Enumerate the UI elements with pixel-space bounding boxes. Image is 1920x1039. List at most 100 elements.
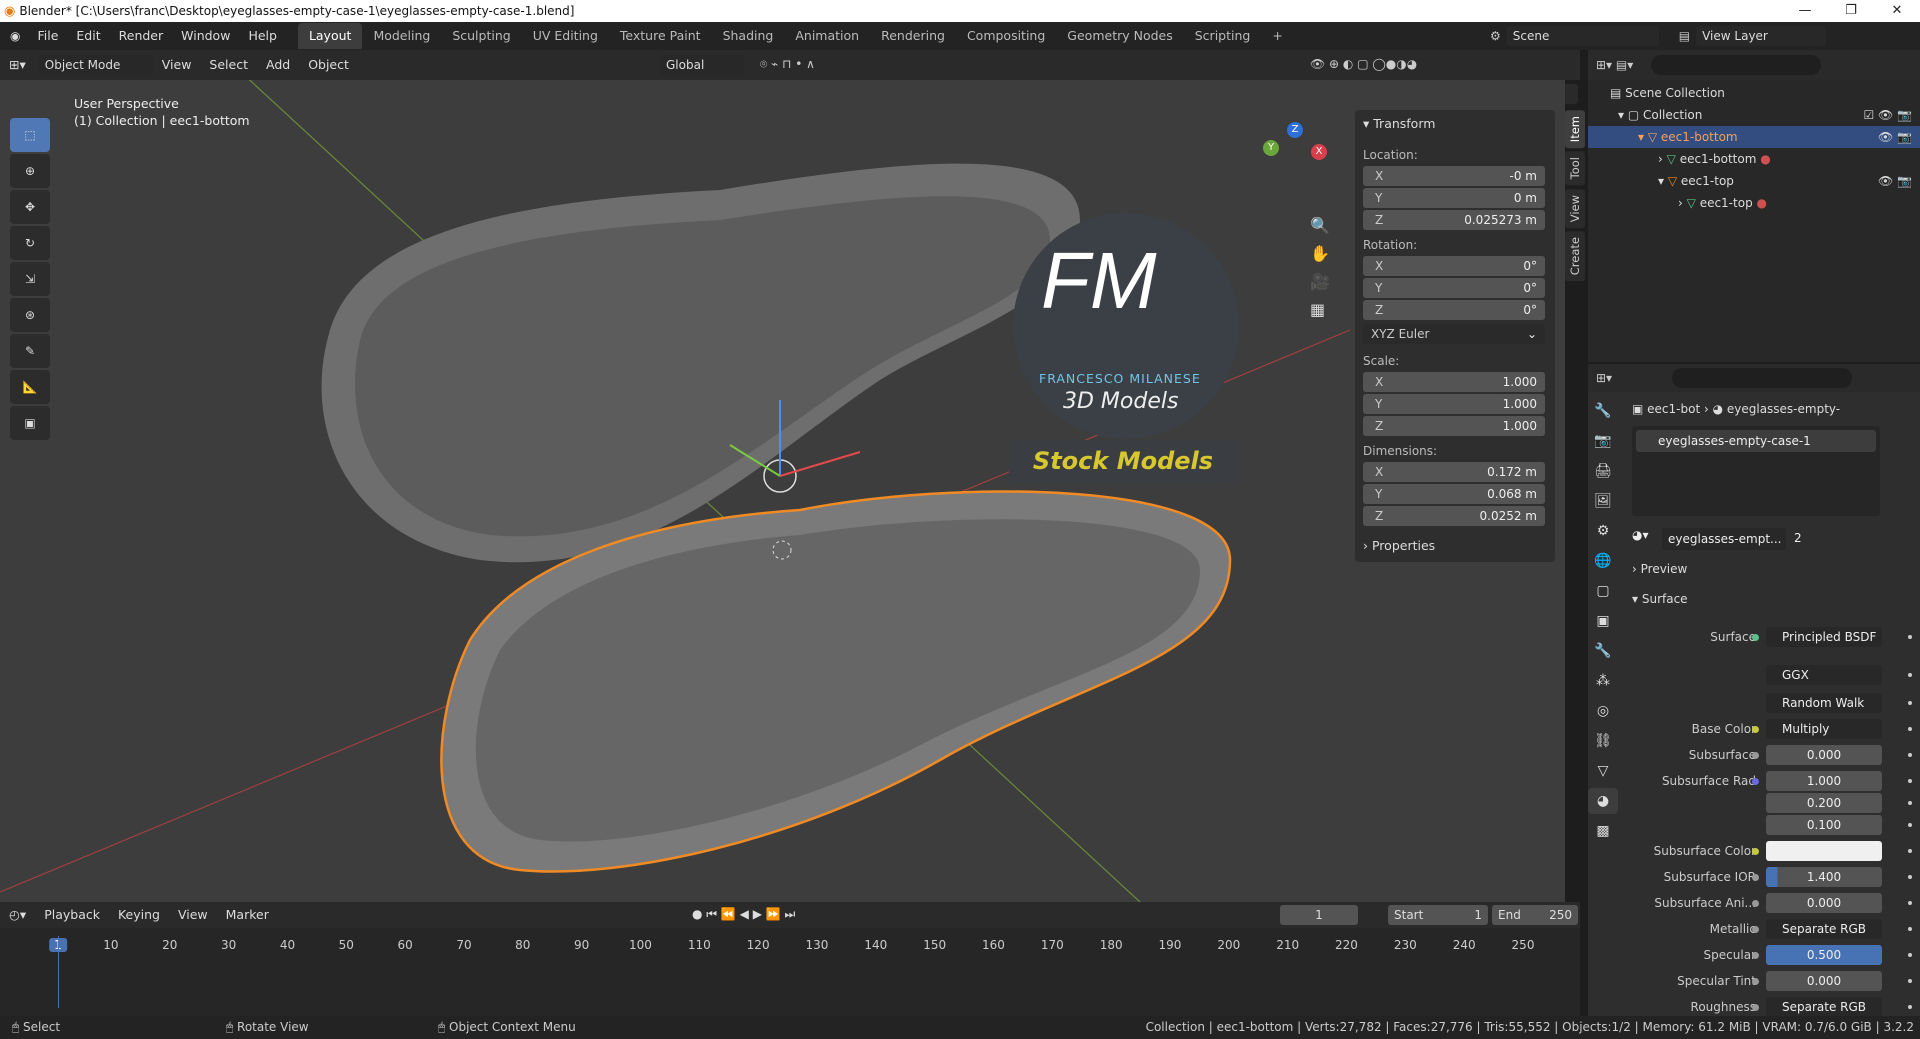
material-prop-value[interactable]: 0.000 <box>1766 971 1882 991</box>
navigation-gizmo[interactable]: Z Y X <box>1255 122 1335 202</box>
transform-header[interactable]: ▾ Transform <box>1363 116 1435 131</box>
keyframe-dot-icon[interactable] <box>1908 801 1912 805</box>
playhead[interactable] <box>58 936 59 1008</box>
material-prop-value[interactable]: 0.200 <box>1766 793 1882 813</box>
blender-menu-icon[interactable]: ◉ <box>10 29 20 43</box>
cursor-tool[interactable]: ⊕ <box>10 154 50 188</box>
socket-dot-icon[interactable] <box>1752 752 1759 759</box>
tab-sculpting[interactable]: Sculpting <box>441 23 521 49</box>
end-frame-field[interactable]: End 250 <box>1492 905 1578 925</box>
measure-tool[interactable]: 📐 <box>10 370 50 404</box>
keyframe-dot-icon[interactable] <box>1908 953 1912 957</box>
keyframe-dot-icon[interactable] <box>1908 673 1912 677</box>
material-prop-value[interactable]: 0.500 <box>1766 945 1882 965</box>
menu-select[interactable]: Select <box>200 51 257 79</box>
move-tool[interactable]: ✥ <box>10 190 50 224</box>
material-prop-value[interactable]: 0.000 <box>1766 745 1882 765</box>
output-props-icon[interactable]: 🖨 <box>1588 458 1618 484</box>
viewport-nav-buttons[interactable]: 🔍 ✋ 🎥 ▦ <box>1310 212 1330 324</box>
rotate-tool[interactable]: ↻ <box>10 226 50 260</box>
tab-compositing[interactable]: Compositing <box>956 23 1056 49</box>
material-prop-value[interactable]: Separate RGB <box>1766 919 1882 939</box>
keyframe-dot-icon[interactable] <box>1908 701 1912 705</box>
particles-props-icon[interactable]: ⁂ <box>1588 668 1618 694</box>
mode-selector[interactable]: Object Mode <box>38 55 153 75</box>
menu-window[interactable]: Window <box>172 22 239 50</box>
outliner-search-input[interactable] <box>1651 55 1822 75</box>
material-prop-value[interactable]: Principled BSDF <box>1766 627 1882 647</box>
material-props-icon[interactable]: ◕ <box>1588 788 1618 814</box>
tab-rendering[interactable]: Rendering <box>870 23 956 49</box>
outliner-eec1-top[interactable]: ▾ ▽ eec1-top 👁 📷 <box>1588 170 1920 192</box>
keyframe-dot-icon[interactable] <box>1908 927 1912 931</box>
menu-edit[interactable]: Edit <box>67 22 109 50</box>
pivot-icon[interactable]: ⌾ ⌁ ⊓ • ∧ <box>760 57 815 72</box>
menu-add[interactable]: Add <box>257 51 299 79</box>
dimensions-y-field[interactable]: Y 0.068 m <box>1363 484 1545 504</box>
collection-props-icon[interactable]: ▢ <box>1588 578 1618 604</box>
location-z-field[interactable]: Z 0.025273 m <box>1363 210 1545 230</box>
annotate-tool[interactable]: ✎ <box>10 334 50 368</box>
rotation-x-field[interactable]: X 0° <box>1363 256 1545 276</box>
outliner-collection[interactable]: ▾ ▢ Collection ☑ 👁 📷 <box>1588 104 1920 126</box>
menu-playback[interactable]: Playback <box>35 901 109 929</box>
keyframe-dot-icon[interactable] <box>1908 727 1912 731</box>
physics-props-icon[interactable]: ◎ <box>1588 698 1618 724</box>
tab-scripting[interactable]: Scripting <box>1184 23 1262 49</box>
tab-layout[interactable]: Layout <box>297 23 363 49</box>
gizmo-x-arrow[interactable] <box>779 451 861 477</box>
editor-type-icon[interactable]: ⊞▾ <box>0 51 35 79</box>
material-prop-value[interactable] <box>1766 841 1882 861</box>
keyframe-dot-icon[interactable] <box>1908 1005 1912 1009</box>
tab-view[interactable]: View <box>1565 188 1585 228</box>
socket-dot-icon[interactable] <box>1752 726 1759 733</box>
tab-item[interactable]: Item <box>1565 110 1585 149</box>
tab-animation[interactable]: Animation <box>784 23 870 49</box>
keyframe-dot-icon[interactable] <box>1908 823 1912 827</box>
constraints-props-icon[interactable]: ⛓ <box>1588 728 1618 754</box>
scale-tool[interactable]: ⇲ <box>10 262 50 296</box>
properties-header[interactable]: › Properties <box>1363 538 1435 553</box>
material-slot-item[interactable]: eyeglasses-empty-case-1 <box>1636 430 1876 452</box>
outliner-header[interactable]: ⊞▾ ▤▾ <box>1588 50 1920 80</box>
keyframe-dot-icon[interactable] <box>1908 901 1912 905</box>
outliner-eec1-bottom[interactable]: ▾ ▽ eec1-bottom 👁 📷 <box>1588 126 1920 148</box>
material-prop-value[interactable]: 1.400 <box>1766 867 1882 887</box>
socket-dot-icon[interactable] <box>1752 1004 1759 1011</box>
dimensions-z-field[interactable]: Z 0.0252 m <box>1363 506 1545 526</box>
properties-header[interactable]: ⊞▾ <box>1588 364 1920 392</box>
socket-dot-icon[interactable] <box>1752 848 1759 855</box>
data-props-icon[interactable]: ▽ <box>1588 758 1618 784</box>
preview-panel-header[interactable]: › Preview <box>1632 562 1687 576</box>
timeline-editor-icon[interactable]: ◴▾ <box>0 901 35 929</box>
properties-search-input[interactable] <box>1672 368 1853 388</box>
maximize-button[interactable]: ❐ <box>1828 0 1874 22</box>
3d-viewport[interactable]: User Perspective (1) Collection | eec1-b… <box>0 80 1565 902</box>
gizmo-y[interactable]: Y <box>1263 140 1279 156</box>
menu-keying[interactable]: Keying <box>109 901 169 929</box>
socket-dot-icon[interactable] <box>1752 874 1759 881</box>
menu-timeline-view[interactable]: View <box>169 901 217 929</box>
tool-props-icon[interactable]: 🔧 <box>1588 398 1618 424</box>
material-slot-list[interactable]: eyeglasses-empty-case-1 <box>1632 426 1880 516</box>
texture-props-icon[interactable]: ▩ <box>1588 818 1618 844</box>
material-prop-value[interactable]: 1.000 <box>1766 771 1882 791</box>
transform-orientation-selector[interactable]: Global <box>660 55 744 75</box>
tab-texture-paint[interactable]: Texture Paint <box>609 23 712 49</box>
render-props-icon[interactable]: 📷 <box>1588 428 1618 454</box>
view-layer-props-icon[interactable]: 🖼 <box>1588 488 1618 514</box>
socket-dot-icon[interactable] <box>1752 926 1759 933</box>
keyframe-dot-icon[interactable] <box>1908 979 1912 983</box>
keyframe-dot-icon[interactable] <box>1908 849 1912 853</box>
outliner-eec1-top-mesh[interactable]: › ▽ eec1-top ● <box>1588 192 1920 214</box>
dimensions-x-field[interactable]: X 0.172 m <box>1363 462 1545 482</box>
material-selector[interactable]: ◕▾ eyeglasses-empt... 2 <box>1632 528 1914 550</box>
outliner-scene-collection[interactable]: ▤ Scene Collection <box>1588 82 1920 104</box>
keyframe-dot-icon[interactable] <box>1908 753 1912 757</box>
world-props-icon[interactable]: 🌐 <box>1588 548 1618 574</box>
start-frame-field[interactable]: Start 1 <box>1388 905 1488 925</box>
menu-help[interactable]: Help <box>239 22 286 50</box>
tab-geometry-nodes[interactable]: Geometry Nodes <box>1056 23 1183 49</box>
socket-dot-icon[interactable] <box>1752 952 1759 959</box>
material-prop-value[interactable]: Random Walk <box>1766 693 1882 713</box>
